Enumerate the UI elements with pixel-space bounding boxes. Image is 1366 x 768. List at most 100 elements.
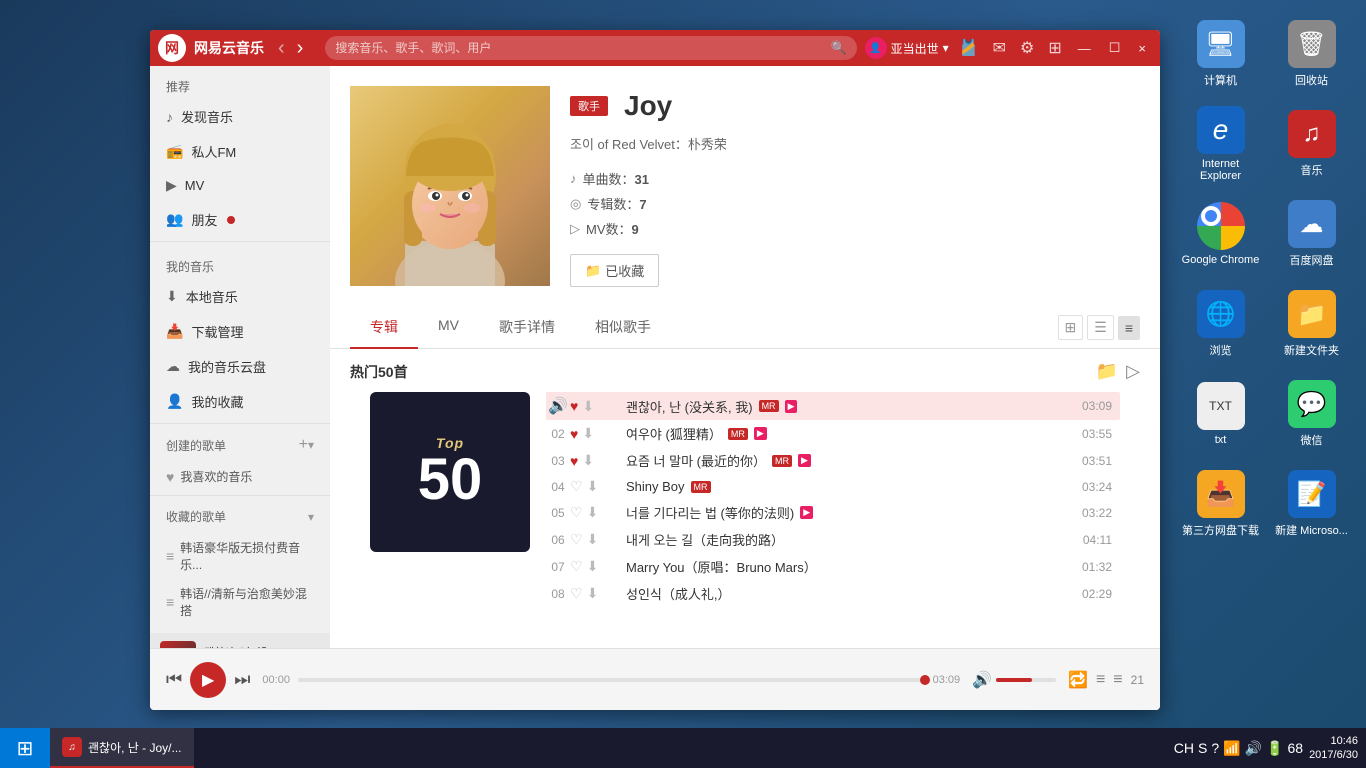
playlist-button[interactable]: ≡ — [1113, 671, 1122, 689]
song-row-08[interactable]: 08 ♡ ⬇ 성인식（成人礼,） 02:29 — [546, 580, 1120, 607]
language-icon[interactable]: CH — [1174, 740, 1194, 756]
back-button[interactable]: ‹ — [272, 35, 291, 62]
song-row-03[interactable]: 03 ♥ ⬇ 요즘 너 말마 (最近的你） MR ▶ — [546, 447, 1120, 474]
lyrics-button[interactable]: ≡ — [1096, 671, 1105, 689]
download-icon-06[interactable]: ⬇ — [587, 531, 599, 548]
next-button[interactable]: ⏭ — [234, 669, 250, 690]
wifi-icon[interactable]: 📶 — [1223, 740, 1240, 757]
heart-icon-02[interactable]: ♥ — [570, 426, 578, 442]
song-row-01[interactable]: 🔊 ♥ ⬇ 괜찮아, 난 (没关系, 我) MR ▶ — [546, 392, 1120, 420]
playlist-2[interactable]: ≡ 韩语//清新与治愈美妙混搭 — [150, 579, 330, 625]
sidebar-item-discover[interactable]: ♪ 发现音乐 — [150, 99, 330, 134]
download-icon-05[interactable]: ⬇ — [587, 504, 599, 521]
sidebar-item-mv[interactable]: ▶ MV — [150, 169, 330, 202]
song-row-07[interactable]: 07 ♡ ⬇ Marry You（原唱：Bruno Mars） 01:32 — [546, 553, 1120, 580]
heart-icon-04[interactable]: ♡ — [570, 478, 583, 495]
list-view-button[interactable]: ☰ — [1087, 315, 1114, 340]
close-button[interactable]: × — [1132, 39, 1152, 58]
song-row-02[interactable]: 02 ♥ ⬇ 여우야 (狐狸精） MR ▶ 03:5 — [546, 420, 1120, 447]
new-doc-desktop-icon[interactable]: 📝 新建 Microsо... — [1267, 460, 1356, 548]
song-row-04[interactable]: 04 ♡ ⬇ Shiny Boy MR 03:24 — [546, 474, 1120, 499]
maximize-button[interactable]: ☐ — [1103, 38, 1127, 58]
collected-title: 收藏的歌单 — [166, 508, 226, 525]
shirt-icon[interactable]: 🎽 — [955, 36, 983, 60]
compact-view-button[interactable]: ≡ — [1118, 316, 1140, 340]
download-icon-03[interactable]: ⬇ — [582, 452, 594, 469]
expand-created-button[interactable]: ▾ — [308, 438, 314, 452]
playlist-1[interactable]: ≡ 韩语豪华版无损付费音乐... — [150, 533, 330, 579]
play-all-button[interactable]: ▷ — [1126, 361, 1140, 382]
sidebar-item-friends[interactable]: 👥 朋友 — [150, 202, 330, 237]
search-input[interactable] — [335, 41, 830, 55]
download-icon-07[interactable]: ⬇ — [587, 558, 599, 575]
prev-button[interactable]: ⏮ — [166, 669, 182, 690]
artist-tag: 歌手 — [570, 96, 608, 116]
mail-icon[interactable]: ✉ — [989, 36, 1010, 60]
volume-icon[interactable]: 🔊 — [972, 670, 992, 690]
browser-desktop-icon[interactable]: 🌐 浏览 — [1176, 280, 1265, 368]
friends-icon: 👥 — [166, 211, 183, 228]
netdisk-desktop-icon[interactable]: 📥 第三方网盘下载 — [1176, 460, 1265, 548]
sidebar-item-download[interactable]: 📥 下载管理 — [150, 314, 330, 349]
user-menu[interactable]: 👤 亚当出世 ▾ — [865, 37, 949, 59]
security-icon[interactable]: S — [1198, 740, 1207, 756]
download-icon-04[interactable]: ⬇ — [587, 478, 599, 495]
top50-area: Top 50 🔊 ♥ — [350, 392, 1140, 619]
play-button[interactable]: ▶ — [190, 662, 226, 698]
sidebar-item-local[interactable]: ⬇ 本地音乐 — [150, 279, 330, 314]
computer-desktop-icon[interactable]: 🖥 计算机 — [1176, 10, 1265, 98]
tab-albums[interactable]: 专辑 — [350, 307, 418, 349]
now-playing-thumbnail: ♫ — [160, 641, 196, 648]
add-playlist-button[interactable]: + — [299, 436, 308, 454]
netease-desktop-icon[interactable]: ♫ 音乐 — [1267, 100, 1356, 188]
heart-icon-08[interactable]: ♡ — [570, 585, 583, 602]
duration-08: 02:29 — [1070, 587, 1120, 601]
battery-icon[interactable]: 🔋 — [1266, 740, 1283, 757]
liked-playlist[interactable]: ♥ 我喜欢的音乐 — [150, 462, 330, 491]
taskbar-app-item[interactable]: ♫ 괜찮아, 난 - Joy/... — [50, 728, 194, 768]
sidebar-item-fm[interactable]: 📻 私人FM — [150, 134, 330, 169]
grid-view-button[interactable]: ⊞ — [1058, 315, 1084, 340]
recycle-bin-desktop-icon[interactable]: 🗑 回收站 — [1267, 10, 1356, 98]
download-icon-02[interactable]: ⬇ — [582, 425, 594, 442]
settings-icon[interactable]: ⚙ — [1016, 36, 1038, 60]
sidebar-item-collection[interactable]: 👤 我的收藏 — [150, 384, 330, 419]
song-row-05[interactable]: 05 ♡ ⬇ 너를 기다리는 법 (等你的法则) ▶ 03:22 — [546, 499, 1120, 526]
heart-icon-03[interactable]: ♥ — [570, 453, 578, 469]
heart-icon-06[interactable]: ♡ — [570, 531, 583, 548]
song-row-06[interactable]: 06 ♡ ⬇ 내게 오는 길（走向我的路） 04:11 — [546, 526, 1120, 553]
sidebar-item-cloud[interactable]: ☁ 我的音乐云盘 — [150, 349, 330, 384]
album-section: 热门50首 📁 ▷ Top 50 — [330, 349, 1160, 631]
start-button[interactable]: ⊞ — [0, 728, 50, 768]
help-icon[interactable]: ? — [1211, 740, 1219, 756]
download-icon-01[interactable]: ⬇ — [582, 398, 594, 415]
download-icon-08[interactable]: ⬇ — [587, 585, 599, 602]
sound-icon[interactable]: 🔊 — [1245, 740, 1262, 757]
mv-label: MV — [185, 178, 205, 193]
heart-icon-07[interactable]: ♡ — [570, 558, 583, 575]
heart-icon-05[interactable]: ♡ — [570, 504, 583, 521]
wechat-desktop-icon[interactable]: 💬 微信 — [1267, 370, 1356, 458]
new-folder-desktop-icon[interactable]: 📁 新建文件夹 — [1267, 280, 1356, 368]
baidu-desktop-icon[interactable]: ☁ 百度网盘 — [1267, 190, 1356, 278]
grid-icon[interactable]: ⊞ — [1044, 36, 1065, 60]
tab-similar[interactable]: 相似歌手 — [575, 307, 671, 349]
expand-collected-button[interactable]: ▾ — [308, 510, 314, 524]
folder-action-button[interactable]: 📁 — [1096, 361, 1118, 382]
now-playing-bar[interactable]: ♫ 괜찮아, 난 (没关系, 我) Joy / 李珏雨 ♥ ↗ — [150, 633, 330, 648]
collect-button[interactable]: 📁 已收藏 — [570, 254, 659, 287]
txt-desktop-icon[interactable]: TXT txt — [1176, 370, 1265, 458]
volume-bar[interactable] — [996, 678, 1056, 682]
song-name-07: Marry You（原唱：Bruno Mars） — [626, 557, 817, 576]
minimize-button[interactable]: — — [1072, 39, 1097, 58]
tab-details[interactable]: 歌手详情 — [479, 307, 575, 349]
ie-desktop-icon[interactable]: e Internet Explorer — [1176, 100, 1265, 188]
repeat-button[interactable]: 🔁 — [1068, 670, 1088, 690]
forward-button[interactable]: › — [291, 35, 310, 62]
tab-mv[interactable]: MV — [418, 307, 479, 349]
top50-card[interactable]: Top 50 — [370, 392, 530, 552]
heart-icon-01[interactable]: ♥ — [570, 398, 578, 414]
chrome-desktop-icon[interactable]: Google Chrome — [1176, 190, 1265, 278]
player-progress: 00:00 03:09 — [262, 674, 960, 686]
progress-bar[interactable] — [298, 678, 925, 682]
